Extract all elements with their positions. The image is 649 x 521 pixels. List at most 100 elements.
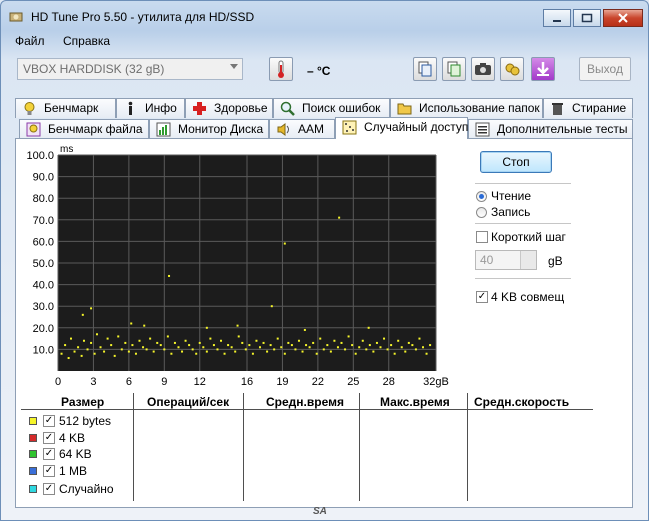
data-point	[64, 344, 67, 347]
data-point	[77, 346, 80, 349]
color-swatch	[29, 485, 37, 493]
x-tick-label: 9	[161, 376, 167, 388]
menu-file[interactable]: Файл	[15, 34, 45, 48]
data-point	[142, 346, 145, 349]
scatter-plot: 100.0 90.0 80.0 70.0 60.0 50.0 40.0 30.0 20.0 10.…	[26, 144, 448, 388]
copy-info-button[interactable]	[413, 57, 437, 81]
data-point	[379, 346, 382, 349]
data-point	[287, 341, 290, 344]
x-tick-label: 19	[276, 376, 288, 388]
spin-down-icon[interactable]	[520, 260, 536, 269]
data-point	[234, 350, 237, 353]
bulb-icon	[24, 102, 35, 115]
tab-error-scan[interactable]: Поиск ошибок	[273, 98, 390, 118]
drive-select[interactable]: VBOX HARDDISK (32 gB)	[17, 58, 243, 80]
data-point	[367, 326, 370, 329]
data-point	[220, 339, 223, 342]
monitor-chart-icon	[156, 122, 171, 137]
row-checkbox[interactable]: ✓	[43, 448, 55, 460]
col-size-header: Размер	[61, 395, 105, 409]
tab-aam[interactable]: AAM	[269, 119, 335, 139]
row-checkbox[interactable]: ✓	[43, 415, 55, 427]
read-radio[interactable]	[476, 191, 487, 202]
data-point	[283, 242, 286, 245]
y-tick-label: 20.0	[33, 323, 54, 335]
spin-up-icon[interactable]	[520, 251, 536, 260]
row-label: 1 MB	[59, 464, 88, 478]
tab-health[interactable]: Здоровье	[185, 98, 273, 118]
close-button[interactable]	[603, 9, 643, 27]
title-bar: HD Tune Pro 5.50 - утилита для HD/SSD	[1, 1, 648, 31]
color-swatch	[29, 467, 37, 475]
data-point	[80, 354, 83, 357]
speaker-icon	[277, 123, 289, 136]
data-point	[338, 216, 341, 219]
data-point	[145, 348, 148, 351]
app-window: HD Tune Pro 5.50 - утилита для HD/SSD Фа…	[0, 0, 649, 521]
data-point	[425, 352, 428, 355]
maximize-icon	[581, 13, 593, 23]
row-checkbox[interactable]: ✓	[43, 483, 55, 495]
col-avg-time-header: Средн.время	[266, 395, 344, 409]
temperature-button[interactable]	[269, 57, 293, 81]
row-checkbox[interactable]: ✓	[43, 432, 55, 444]
options-button[interactable]	[500, 57, 524, 81]
data-point	[149, 337, 152, 340]
data-point	[177, 346, 180, 349]
tab-disk-monitor[interactable]: Монитор Диска	[149, 119, 269, 139]
tab-folder-usage[interactable]: Использование папок	[390, 98, 543, 118]
data-point	[305, 344, 308, 347]
data-point	[138, 339, 141, 342]
x-tick-label: 0	[55, 376, 61, 388]
info-icon	[128, 101, 133, 115]
y-axis-label: ms	[60, 144, 73, 155]
copy-all-button[interactable]	[442, 57, 466, 81]
data-point	[351, 344, 354, 347]
data-point	[290, 344, 293, 347]
data-point	[120, 348, 123, 351]
tab-erase[interactable]: Стирание	[543, 98, 633, 118]
exit-button[interactable]: Выход	[579, 57, 631, 81]
data-point	[383, 337, 386, 340]
thermometer-icon	[278, 60, 284, 78]
tab-random-access[interactable]: Случайный доступ	[335, 117, 468, 139]
tab-extra-tests[interactable]: Дополнительные тесты	[468, 119, 633, 139]
data-point	[90, 341, 93, 344]
data-point	[308, 346, 311, 349]
drive-select-value: VBOX HARDDISK (32 gB)	[23, 62, 165, 76]
data-point	[262, 341, 265, 344]
tab-file-benchmark[interactable]: Бенчмарк файла	[19, 119, 149, 139]
tab-label: Поиск ошибок	[302, 101, 381, 115]
extra-tests-icon	[475, 122, 490, 137]
data-point	[93, 352, 96, 355]
screenshot-button[interactable]	[471, 57, 495, 81]
y-tick-label: 40.0	[33, 280, 54, 292]
col-ops-header: Операций/сек	[147, 395, 230, 409]
data-point	[354, 352, 357, 355]
data-point	[131, 344, 134, 347]
short-stroke-stepper[interactable]: 40	[475, 250, 537, 270]
data-point	[315, 352, 318, 355]
x-tick-label: 3	[90, 376, 96, 388]
maximize-button[interactable]	[573, 9, 601, 27]
row-label: 512 bytes	[59, 414, 112, 428]
data-point	[241, 341, 244, 344]
short-stroke-checkbox[interactable]	[476, 231, 488, 243]
data-point	[168, 274, 171, 277]
data-point	[390, 344, 393, 347]
y-tick-label: 100.0	[26, 150, 54, 162]
align-4kb-checkbox[interactable]: ✓	[476, 291, 488, 303]
row-checkbox[interactable]: ✓	[43, 465, 55, 477]
data-point	[344, 348, 347, 351]
tab-benchmark[interactable]: Бенчмарк	[15, 98, 116, 118]
stop-button[interactable]: Стоп	[480, 151, 552, 173]
write-radio[interactable]	[476, 207, 487, 218]
folder-icon	[397, 103, 412, 115]
data-point	[258, 346, 261, 349]
save-button[interactable]	[531, 57, 555, 81]
color-swatch	[29, 450, 37, 458]
tab-info[interactable]: Инфо	[116, 98, 185, 118]
menu-help[interactable]: Справка	[63, 34, 110, 48]
toolbar: VBOX HARDDISK (32 gB) – °C Выход	[1, 51, 648, 91]
minimize-button[interactable]	[543, 9, 571, 27]
